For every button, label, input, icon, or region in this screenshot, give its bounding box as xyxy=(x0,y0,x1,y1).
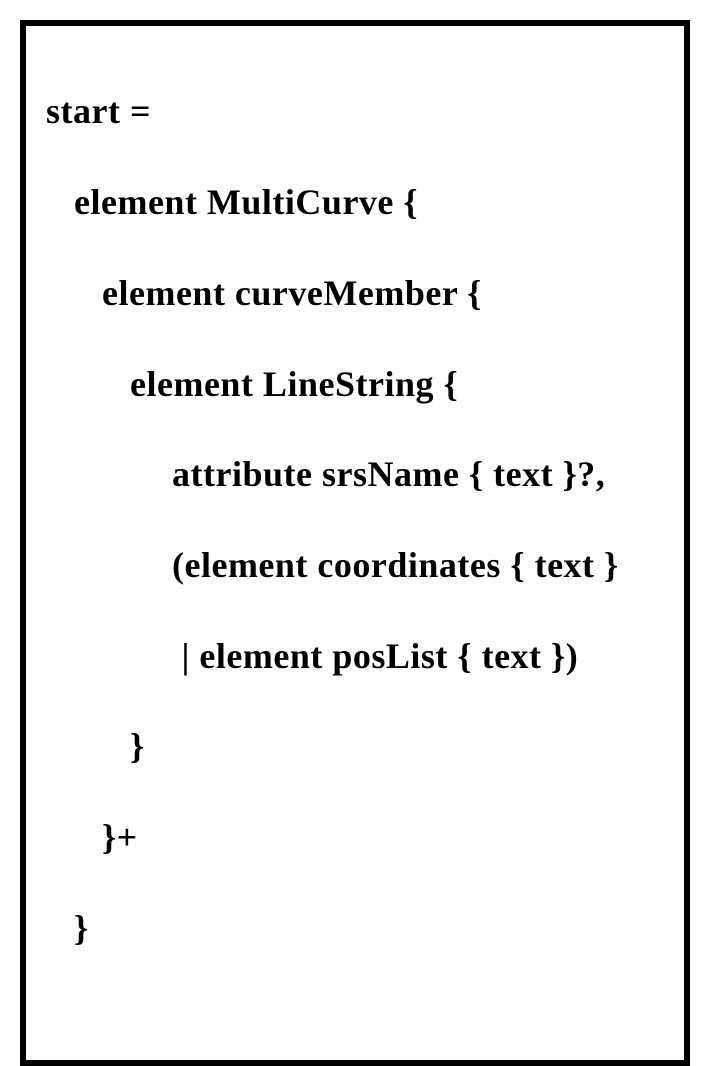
code-line: attribute srsName { text }?, xyxy=(46,452,664,497)
schema-code-box: start = element MultiCurve { element cur… xyxy=(20,20,690,1066)
page: start = element MultiCurve { element cur… xyxy=(0,0,710,542)
code-line: (element coordinates { text } xyxy=(46,543,664,588)
code-line: start = xyxy=(46,89,664,134)
code-line: element curveMember { xyxy=(46,271,664,316)
code-line: element LineString { xyxy=(46,362,664,407)
code-line: } xyxy=(46,724,664,769)
code-line: } xyxy=(46,906,664,951)
code-line: | element posList { text }) xyxy=(46,634,664,679)
code-line: element MultiCurve { xyxy=(46,180,664,225)
code-line: }+ xyxy=(46,815,664,860)
